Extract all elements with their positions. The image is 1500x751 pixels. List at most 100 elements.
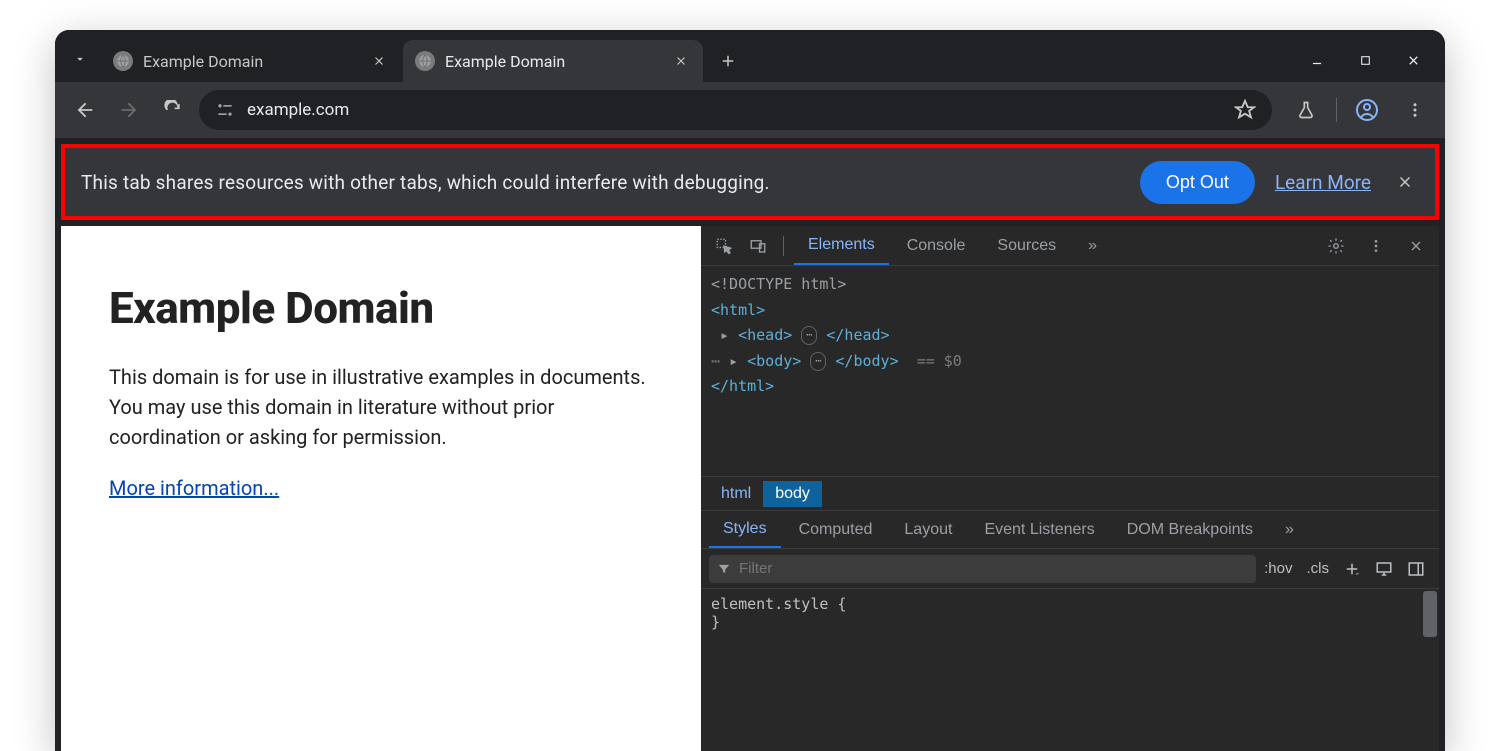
- inspect-element-button[interactable]: [709, 231, 739, 261]
- tab-close-button[interactable]: [369, 51, 389, 71]
- tab-layout[interactable]: Layout: [890, 511, 966, 548]
- filter-icon: [717, 562, 731, 576]
- cls-toggle[interactable]: .cls: [1307, 560, 1330, 577]
- styles-filter-row: :hov .cls: [701, 548, 1439, 588]
- new-style-rule-button[interactable]: [1343, 560, 1361, 578]
- bookmark-button[interactable]: [1234, 99, 1256, 121]
- tab-active[interactable]: Example Domain: [403, 40, 703, 82]
- tab-close-button[interactable]: [671, 51, 691, 71]
- dom-body-open: <body>: [747, 352, 801, 370]
- gear-icon: [1327, 237, 1345, 255]
- arrow-left-icon: [74, 99, 96, 121]
- infobar-close-button[interactable]: [1391, 168, 1419, 196]
- address-bar[interactable]: example.com: [199, 90, 1272, 130]
- plus-icon: [719, 52, 737, 70]
- page-heading: Example Domain: [109, 282, 653, 334]
- devtools-panel: Elements Console Sources » <!D: [701, 226, 1439, 751]
- tab-title: Example Domain: [143, 52, 359, 71]
- toolbar-right: [1280, 92, 1433, 128]
- dom-doctype: <!DOCTYPE html>: [711, 275, 846, 293]
- more-info-link[interactable]: More information...: [109, 476, 279, 500]
- tab-console[interactable]: Console: [893, 226, 980, 265]
- breadcrumb-body[interactable]: body: [763, 481, 822, 507]
- toolbar: example.com: [55, 82, 1445, 138]
- window-controls: [1305, 48, 1445, 82]
- devtools-settings-button[interactable]: [1321, 231, 1351, 261]
- tab-sources[interactable]: Sources: [983, 226, 1070, 265]
- filter-tools: :hov .cls: [1264, 560, 1431, 578]
- dom-tree[interactable]: <!DOCTYPE html> <html> ▸ <head> ⋯ </head…: [701, 266, 1439, 476]
- expand-icon[interactable]: ▸: [729, 352, 738, 370]
- hov-toggle[interactable]: :hov: [1264, 560, 1292, 577]
- close-icon: [674, 54, 688, 68]
- breadcrumb-html[interactable]: html: [709, 481, 763, 507]
- site-settings-icon[interactable]: [215, 100, 235, 120]
- inspect-icon: [715, 237, 733, 255]
- computed-sidebar-button[interactable]: [1375, 560, 1393, 578]
- dom-body-close: </body>: [835, 352, 898, 370]
- minimize-button[interactable]: [1305, 48, 1329, 72]
- tab-title: Example Domain: [445, 52, 661, 71]
- learn-more-link[interactable]: Learn More: [1275, 171, 1371, 194]
- devtools-menu-button[interactable]: [1361, 231, 1391, 261]
- minimize-icon: [1310, 53, 1324, 67]
- tab-strip: Example Domain Example Domain: [55, 30, 1445, 82]
- dom-html-close: </html>: [711, 377, 774, 395]
- devices-icon: [749, 237, 767, 255]
- experiments-button[interactable]: [1288, 92, 1324, 128]
- dom-html-open: <html>: [711, 301, 765, 319]
- close-window-button[interactable]: [1401, 48, 1425, 72]
- filter-box[interactable]: [709, 555, 1256, 583]
- back-button[interactable]: [67, 92, 103, 128]
- more-styles-tabs[interactable]: »: [1271, 511, 1308, 548]
- filter-input[interactable]: [739, 560, 1248, 577]
- tab-event-listeners[interactable]: Event Listeners: [970, 511, 1108, 548]
- browser-window: Example Domain Example Domain: [55, 30, 1445, 751]
- profile-icon: [1355, 98, 1379, 122]
- forward-button[interactable]: [111, 92, 147, 128]
- profile-button[interactable]: [1349, 92, 1385, 128]
- ellipsis-icon[interactable]: ⋯: [801, 326, 817, 345]
- menu-button[interactable]: [1397, 92, 1433, 128]
- globe-icon: [113, 51, 133, 71]
- kebab-icon: [1368, 238, 1384, 254]
- new-tab-button[interactable]: [711, 44, 745, 78]
- ellipsis-icon[interactable]: ⋯: [810, 352, 826, 371]
- chevron-down-icon: [73, 52, 87, 66]
- tab-computed[interactable]: Computed: [785, 511, 887, 548]
- divider: [1336, 98, 1337, 122]
- tab-dom-breakpoints[interactable]: DOM Breakpoints: [1113, 511, 1267, 548]
- plus-icon: [1343, 560, 1361, 578]
- style-rule-close: }: [711, 613, 1429, 631]
- page-content: Example Domain This domain is for use in…: [61, 226, 701, 751]
- reload-button[interactable]: [155, 92, 191, 128]
- close-icon: [1408, 238, 1424, 254]
- devtools-close-button[interactable]: [1401, 231, 1431, 261]
- tab-elements[interactable]: Elements: [794, 226, 889, 265]
- divider: [783, 236, 784, 256]
- arrow-right-icon: [118, 99, 140, 121]
- styles-tabstrip: Styles Computed Layout Event Listeners D…: [701, 510, 1439, 548]
- devtools-tabstrip: Elements Console Sources »: [701, 226, 1439, 266]
- tabs-dropdown-button[interactable]: [63, 42, 97, 76]
- toggle-sidebar-button[interactable]: [1407, 560, 1425, 578]
- device-toolbar-button[interactable]: [743, 231, 773, 261]
- close-icon: [372, 54, 386, 68]
- maximize-icon: [1359, 54, 1372, 67]
- styles-body[interactable]: element.style { }: [701, 588, 1439, 751]
- style-rule-open: element.style {: [711, 595, 1429, 613]
- close-icon: [1396, 173, 1414, 191]
- close-icon: [1406, 53, 1421, 68]
- infobar-message: This tab shares resources with other tab…: [81, 171, 1120, 194]
- tab-styles[interactable]: Styles: [709, 511, 781, 548]
- more-tabs-button[interactable]: »: [1074, 226, 1111, 265]
- scrollbar-thumb[interactable]: [1423, 591, 1437, 637]
- maximize-button[interactable]: [1353, 48, 1377, 72]
- star-icon: [1234, 99, 1256, 121]
- kebab-icon: [1406, 101, 1424, 119]
- flask-icon: [1296, 100, 1316, 120]
- expand-icon[interactable]: ▸: [720, 326, 729, 344]
- opt-out-button[interactable]: Opt Out: [1140, 161, 1255, 204]
- tab-inactive[interactable]: Example Domain: [101, 40, 401, 82]
- dom-head-close: </head>: [826, 326, 889, 344]
